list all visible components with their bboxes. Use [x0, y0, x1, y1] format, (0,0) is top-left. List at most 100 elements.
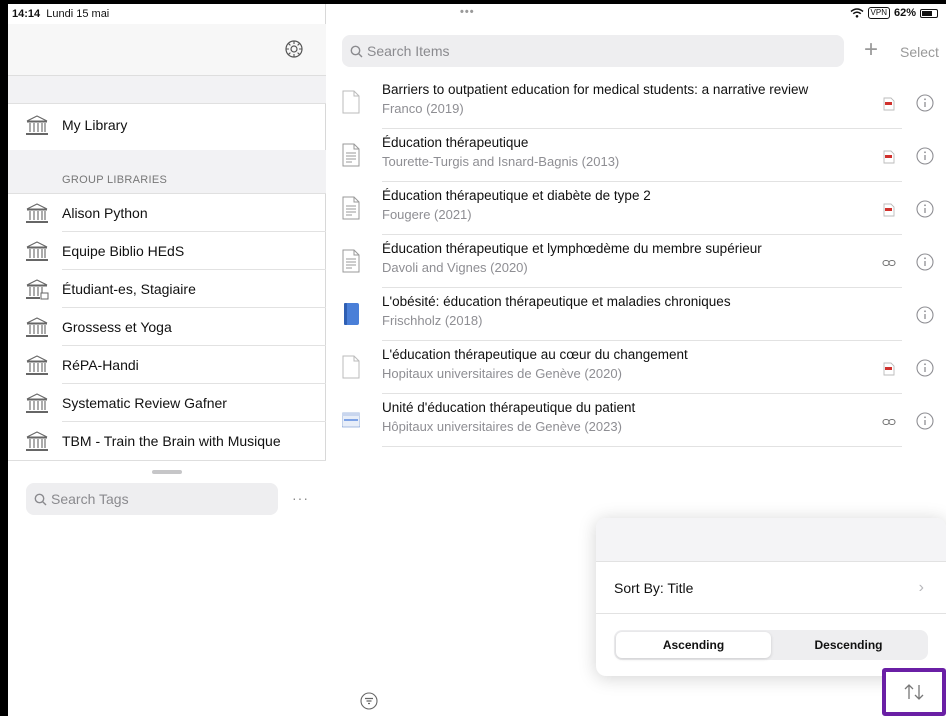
pane-resize-handle[interactable]: [152, 470, 182, 474]
popover-header: [596, 518, 946, 562]
sort-ascending-option[interactable]: Ascending: [616, 632, 771, 658]
items-list: Barriers to outpatient education for med…: [326, 76, 946, 447]
item-search-input[interactable]: [367, 43, 807, 59]
info-icon[interactable]: [916, 359, 934, 377]
group-library-icon: [22, 430, 52, 452]
item-title: Éducation thérapeutique et diabète de ty…: [382, 188, 651, 203]
item-title: L'éducation thérapeutique au cœur du cha…: [382, 347, 688, 362]
pdf-icon[interactable]: [882, 203, 896, 217]
chevron-right-icon: ›: [918, 578, 924, 596]
info-icon[interactable]: [916, 94, 934, 112]
item-text: Éducation thérapeutique et lymphœdème du…: [382, 241, 902, 288]
item-creator: Fougere (2021): [382, 207, 472, 222]
item-title: Unité d'éducation thérapeutique du patie…: [382, 400, 636, 415]
document-icon: [342, 143, 360, 167]
items-toolbar: + Select: [326, 24, 946, 76]
sidebar-item-label: Systematic Review Gafner: [62, 384, 326, 422]
sidebar-item-label: TBM - Train the Brain with Musique: [62, 433, 281, 449]
sidebar-item-group[interactable]: Alison Python: [8, 194, 326, 232]
pdf-icon[interactable]: [882, 150, 896, 164]
group-library-icon: [22, 392, 52, 414]
list-item[interactable]: Unité d'éducation thérapeutique du patie…: [326, 394, 946, 447]
status-indicators: VPN 62%: [850, 7, 938, 19]
settings-icon[interactable]: [284, 39, 304, 59]
sidebar-item-group[interactable]: Grossess et Yoga: [8, 308, 326, 346]
link-icon[interactable]: [882, 256, 896, 270]
search-icon: [34, 493, 47, 505]
search-icon: [350, 45, 363, 57]
date-text: Lundi 15 mai: [46, 8, 110, 20]
sort-by-row[interactable]: Sort By: Title ›: [596, 562, 946, 614]
list-item[interactable]: L'obésité: éducation thérapeutique et ma…: [326, 288, 946, 341]
sidebar-item-label: Étudiant-es, Stagiaire: [62, 270, 326, 308]
filter-icon[interactable]: [360, 692, 378, 710]
status-time: 14:14 Lundi 15 mai: [12, 8, 109, 20]
book-icon: [344, 303, 359, 325]
sidebar-item-group[interactable]: TBM - Train the Brain with Musique: [8, 422, 326, 460]
vpn-badge: VPN: [867, 7, 890, 19]
item-creator: Davoli and Vignes (2020): [382, 260, 528, 275]
multitasking-dots[interactable]: •••: [460, 6, 475, 18]
info-icon[interactable]: [916, 200, 934, 218]
sidebar-spacer: [8, 76, 326, 104]
pdf-icon[interactable]: [882, 362, 896, 376]
list-item[interactable]: L'éducation thérapeutique au cœur du cha…: [326, 341, 946, 394]
item-creator: Hopitaux universitaires de Genève (2020): [382, 366, 622, 381]
item-search-field[interactable]: [342, 35, 844, 67]
blank-doc-icon: [342, 355, 360, 379]
sidebar-item-group[interactable]: Étudiant-es, Stagiaire: [8, 270, 326, 308]
group-library-icon: [22, 202, 52, 224]
item-text: Éducation thérapeutique et diabète de ty…: [382, 188, 902, 235]
battery-icon: [920, 8, 938, 18]
sidebar-item-group[interactable]: Systematic Review Gafner: [8, 384, 326, 422]
tag-search-field[interactable]: [26, 483, 278, 515]
select-button[interactable]: Select: [900, 44, 939, 60]
item-title: Barriers to outpatient education for med…: [382, 82, 809, 97]
list-item[interactable]: Éducation thérapeutique Tourette-Turgis …: [326, 129, 946, 182]
item-text: Barriers to outpatient education for med…: [382, 82, 902, 129]
list-item[interactable]: Éducation thérapeutique et diabète de ty…: [326, 182, 946, 235]
time-text: 14:14: [12, 8, 41, 20]
add-item-button[interactable]: +: [864, 37, 878, 63]
item-creator: Franco (2019): [382, 101, 464, 116]
list-item[interactable]: Barriers to outpatient education for med…: [326, 76, 946, 129]
item-text: L'éducation thérapeutique au cœur du cha…: [382, 347, 902, 394]
sidebar: My Library GROUP LIBRARIES Alison Python…: [8, 4, 326, 716]
blank-doc-icon: [342, 90, 360, 114]
list-item[interactable]: Éducation thérapeutique et lymphœdème du…: [326, 235, 946, 288]
pdf-icon[interactable]: [882, 97, 896, 111]
sort-arrows-icon: [904, 684, 924, 700]
sort-direction-segmented-control: Ascending Descending: [614, 630, 928, 660]
sort-button[interactable]: [882, 668, 946, 716]
status-bar: 14:14 Lundi 15 mai ••• VPN 62%: [8, 4, 946, 24]
battery-percent: 62%: [893, 7, 916, 19]
item-title: L'obésité: éducation thérapeutique et ma…: [382, 294, 731, 309]
group-library-icon: [22, 240, 52, 262]
sidebar-item-group[interactable]: RéPA-Handi: [8, 346, 326, 384]
info-icon[interactable]: [916, 306, 934, 324]
item-title: Éducation thérapeutique et lymphœdème du…: [382, 241, 762, 256]
item-text: Éducation thérapeutique Tourette-Turgis …: [382, 135, 902, 182]
item-text: L'obésité: éducation thérapeutique et ma…: [382, 294, 902, 341]
info-icon[interactable]: [916, 253, 934, 271]
info-icon[interactable]: [916, 147, 934, 165]
link-icon[interactable]: [882, 415, 896, 429]
sidebar-item-group[interactable]: Equipe Biblio HEdS: [8, 232, 326, 270]
document-icon: [342, 249, 360, 273]
tags-more-button[interactable]: ···: [292, 490, 309, 506]
webpage-icon: [342, 412, 360, 428]
sort-popover: Sort By: Title › Ascending Descending: [596, 518, 946, 676]
library-icon: [22, 114, 52, 136]
group-libraries-header: GROUP LIBRARIES: [8, 150, 326, 194]
sort-descending-option[interactable]: Descending: [771, 632, 926, 658]
sort-direction-wrap: Ascending Descending: [596, 614, 946, 676]
sidebar-item-my-library[interactable]: My Library: [8, 106, 326, 144]
tag-search-input[interactable]: [51, 491, 251, 507]
item-creator: Frischholz (2018): [382, 313, 483, 328]
info-icon[interactable]: [916, 412, 934, 430]
group-library-locked-icon: [22, 278, 52, 300]
item-creator: Hôpitaux universitaires de Genève (2023): [382, 419, 622, 434]
item-title: Éducation thérapeutique: [382, 135, 529, 150]
group-library-icon: [22, 354, 52, 376]
document-icon: [342, 196, 360, 220]
